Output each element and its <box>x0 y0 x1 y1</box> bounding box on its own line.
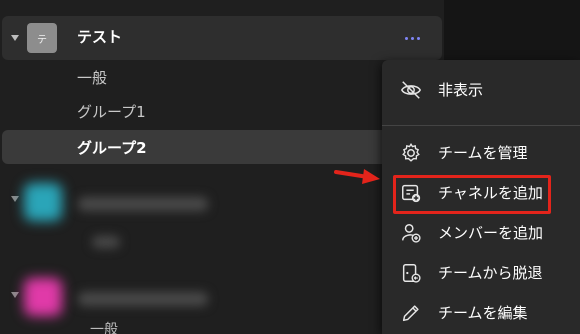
menu-divider <box>382 125 580 126</box>
channel-item-general[interactable]: 一般 <box>77 68 107 88</box>
annotation-arrow-icon <box>334 169 380 184</box>
blurred-channel-label[interactable]: 一般 <box>90 320 118 334</box>
gear-icon <box>402 143 420 162</box>
channel-item-group2[interactable]: グループ2 <box>77 138 147 158</box>
menu-item-manage-team[interactable]: チームを管理 <box>382 135 580 171</box>
team-name: テスト <box>77 28 123 46</box>
caret-down-icon[interactable] <box>11 292 19 298</box>
blurred-team-name <box>78 197 208 211</box>
eye-off-icon <box>401 81 421 99</box>
annotation-highlight-box <box>393 175 551 214</box>
menu-item-label: チームを編集 <box>438 304 528 322</box>
add-person-icon <box>402 224 421 243</box>
more-options-button[interactable] <box>398 28 426 48</box>
channel-selected-background <box>2 130 392 164</box>
leave-door-icon <box>402 264 421 283</box>
more-dot-icon <box>404 36 408 40</box>
blurred-team-avatar <box>24 278 62 316</box>
menu-item-label: チームを管理 <box>438 144 528 162</box>
blurred-team-name <box>78 292 208 306</box>
menu-item-label: メンバーを追加 <box>438 224 544 242</box>
team-row-test[interactable] <box>2 16 442 60</box>
caret-down-icon[interactable] <box>11 196 19 202</box>
menu-item-leave-team[interactable]: チームから脱退 <box>382 255 580 291</box>
blurred-channel-label <box>92 236 120 248</box>
caret-down-icon[interactable] <box>11 35 19 41</box>
menu-item-label: チームから脱退 <box>438 264 543 282</box>
more-dot-icon <box>410 36 414 40</box>
team-avatar: テ <box>27 23 57 53</box>
menu-item-label: 非表示 <box>438 81 484 99</box>
blurred-team-avatar <box>24 183 62 221</box>
menu-item-edit-team[interactable]: チームを編集 <box>382 295 580 331</box>
menu-item-add-member[interactable]: メンバーを追加 <box>382 215 580 251</box>
menu-item-hide[interactable]: 非表示 <box>382 72 580 108</box>
channel-item-group1[interactable]: グループ1 <box>77 102 146 122</box>
more-dot-icon <box>416 36 420 40</box>
pencil-icon <box>402 305 419 322</box>
